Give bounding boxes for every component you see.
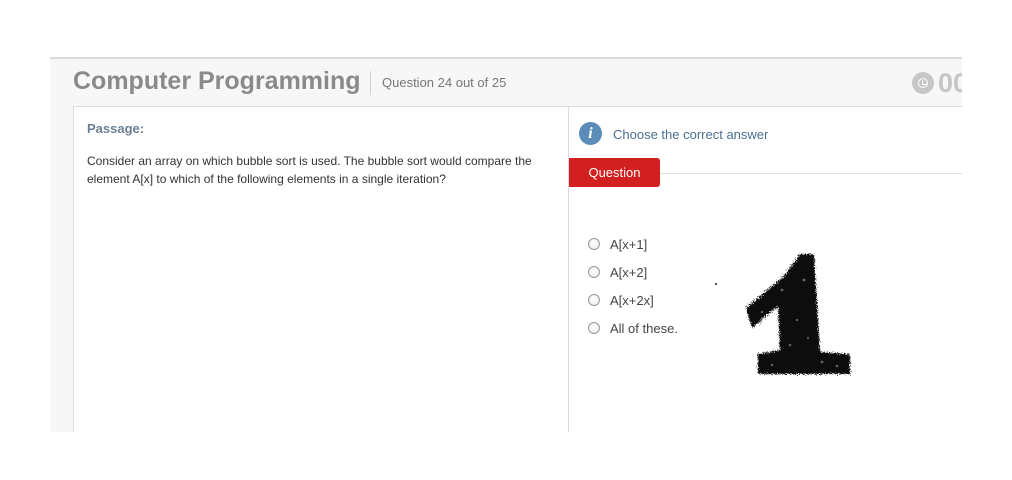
option-label[interactable]: A[x+1]	[610, 237, 647, 252]
stray-dot	[715, 283, 717, 285]
option-label[interactable]: All of these.	[610, 321, 678, 336]
answer-options: A[x+1] A[x+2] A[x+2x] All of these.	[588, 230, 678, 342]
radio-button[interactable]	[588, 322, 600, 334]
instruction-text: Choose the correct answer	[613, 127, 769, 142]
tab-divider	[660, 173, 962, 174]
timer-text: 00	[938, 67, 962, 98]
passage-text: Consider an array on which bubble sort i…	[87, 154, 532, 186]
option-label[interactable]: A[x+2]	[610, 265, 647, 280]
answer-option[interactable]: All of these.	[588, 314, 678, 342]
answer-option[interactable]: A[x+1]	[588, 230, 678, 258]
page-title: Computer Programming	[73, 67, 361, 95]
passage-panel: Passage: Consider an array on which bubb…	[73, 106, 569, 432]
info-icon: i	[579, 122, 602, 145]
title-divider	[370, 71, 371, 95]
timer: 00	[912, 68, 962, 98]
option-label[interactable]: A[x+2x]	[610, 293, 654, 308]
passage-label: Passage:	[87, 121, 145, 136]
tab-question[interactable]: Question	[569, 158, 660, 187]
radio-button[interactable]	[588, 238, 600, 250]
clock-icon	[912, 72, 934, 94]
handwritten-answer-mark	[746, 254, 850, 374]
answer-option[interactable]: A[x+2]	[588, 258, 678, 286]
question-counter: Question 24 out of 25	[382, 75, 507, 90]
answer-option[interactable]: A[x+2x]	[588, 286, 678, 314]
radio-button[interactable]	[588, 266, 600, 278]
radio-button[interactable]	[588, 294, 600, 306]
